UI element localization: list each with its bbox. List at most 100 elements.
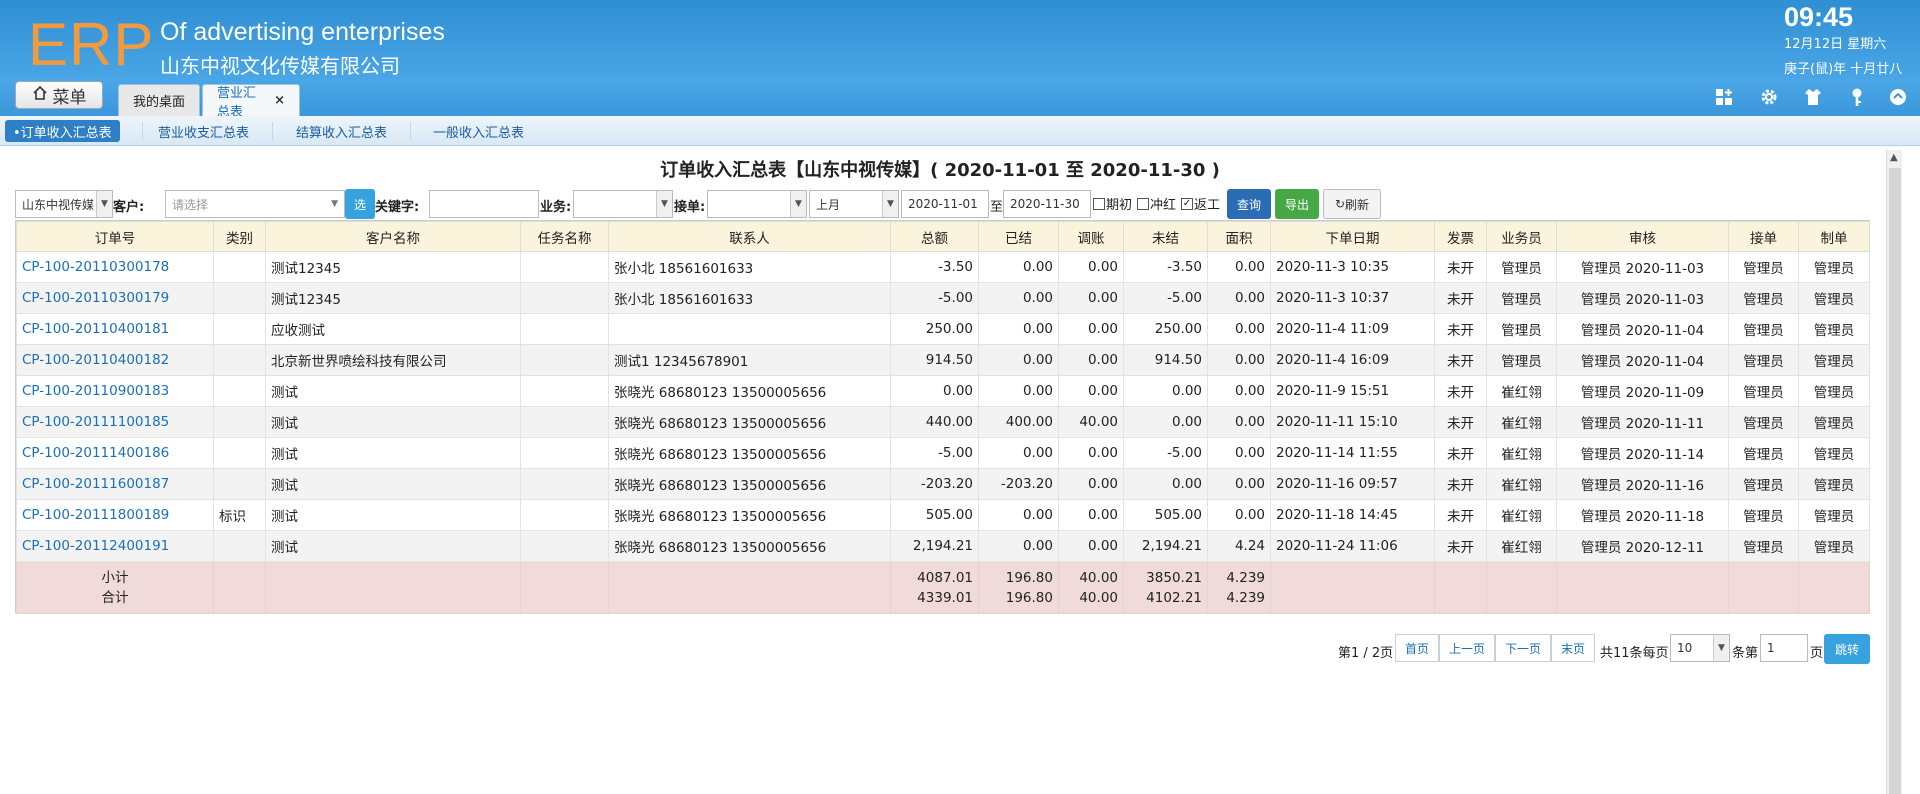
table-cell: 0.00: [1207, 251, 1271, 283]
scroll-up-icon[interactable]: ▲: [1890, 152, 1898, 163]
table-row[interactable]: CP-100-20112400191 测试 张晓光 68680123 1350000…: [16, 530, 1870, 562]
checkbox-box[interactable]: [1137, 197, 1149, 210]
scroll-thumb[interactable]: [1889, 168, 1901, 794]
pagination: 第1 / 2页 首页 上一页 下一页 末页 共11条每页 10 ▼ 条第 1 页 …: [1330, 634, 1875, 664]
order-number-link[interactable]: CP-100-20111400186: [16, 437, 214, 469]
order-number-link[interactable]: CP-100-20112400191: [16, 530, 214, 562]
check-icon[interactable]: ✓: [1181, 197, 1193, 210]
customer-select[interactable]: 请选择 ▼: [165, 190, 345, 218]
table-cell: 未开: [1434, 282, 1487, 314]
refresh-button[interactable]: ↻ 刷新: [1323, 189, 1381, 219]
column-header[interactable]: 已结: [978, 221, 1059, 252]
company-select[interactable]: 山东中视传媒 ▼: [15, 190, 113, 218]
business-select[interactable]: ▼: [573, 190, 673, 218]
table-cell: 0.00: [1207, 375, 1271, 407]
column-header[interactable]: 客户名称: [265, 221, 521, 252]
table-row[interactable]: CP-100-20111600187 测试 张晓光 68680123 1350000…: [16, 468, 1870, 500]
table-row[interactable]: CP-100-20110400181 应收测试 250.00 0.00 0.00 250.…: [16, 313, 1870, 345]
column-header[interactable]: 类别: [213, 221, 266, 252]
table-cell: 0.00: [978, 251, 1059, 283]
tab-business-summary[interactable]: 营业汇总表 ×: [202, 84, 300, 120]
order-number-link[interactable]: CP-100-20110400181: [16, 313, 214, 345]
table-cell: -3.50: [890, 251, 979, 283]
taker-select[interactable]: ▼: [707, 190, 807, 218]
table-cell: 0.00: [890, 375, 979, 407]
table-row[interactable]: CP-100-20110400182 北京新世界喷绘科技有限公司 测试1 12345…: [16, 344, 1870, 376]
vertical-scrollbar[interactable]: ▲: [1886, 150, 1902, 794]
date-to-input[interactable]: 2020-11-30: [1003, 190, 1091, 218]
gear-icon[interactable]: [1758, 86, 1780, 108]
rework-checkbox[interactable]: ✓ 返工: [1181, 194, 1220, 213]
tab-my-desktop[interactable]: 我的桌面: [118, 84, 200, 116]
order-number-link[interactable]: CP-100-20111100185: [16, 406, 214, 438]
column-header[interactable]: 订单号: [16, 221, 214, 252]
subtab-settlement-income[interactable]: 结算收入汇总表: [288, 120, 395, 142]
column-header[interactable]: 调账: [1058, 221, 1124, 252]
date-from-input[interactable]: 2020-11-01: [901, 190, 989, 218]
column-header[interactable]: 制单: [1798, 221, 1870, 252]
prev-page-button[interactable]: 上一页: [1439, 634, 1495, 662]
table-cell: 管理员 2020-11-03: [1556, 282, 1729, 314]
checkbox-box[interactable]: [1093, 197, 1105, 210]
table-row[interactable]: CP-100-20110300178 测试12345 张小北 18561601633…: [16, 251, 1870, 283]
table-cell: 0.00: [978, 282, 1059, 314]
reverse-checkbox[interactable]: 冲红: [1137, 194, 1176, 213]
column-header[interactable]: 任务名称: [520, 221, 609, 252]
subtab-business-income-expense[interactable]: 营业收支汇总表: [150, 120, 257, 142]
column-header[interactable]: 业务员: [1486, 221, 1557, 252]
app-header: ERP Of advertising enterprises 山东中视文化传媒有…: [0, 0, 1920, 120]
order-number-link[interactable]: CP-100-20110400182: [16, 344, 214, 376]
table-cell: 0.00: [1207, 313, 1271, 345]
query-button[interactable]: 查询: [1227, 189, 1271, 219]
table-row[interactable]: CP-100-20110900183 测试 张晓光 68680123 1350000…: [16, 375, 1870, 407]
shirt-icon[interactable]: [1802, 86, 1824, 108]
column-header[interactable]: 总额: [890, 221, 979, 252]
column-header[interactable]: 审核: [1556, 221, 1729, 252]
summary-empty-cell: [265, 561, 521, 614]
table-row[interactable]: CP-100-20111400186 测试 张晓光 68680123 1350000…: [16, 437, 1870, 469]
table-cell: 2020-11-9 15:51: [1270, 375, 1435, 407]
goto-page-input[interactable]: 1: [1760, 634, 1808, 662]
table-cell: 测试12345: [265, 282, 521, 314]
table-row[interactable]: CP-100-20110300179 测试12345 张小北 18561601633…: [16, 282, 1870, 314]
table-cell: 2020-11-4 11:09: [1270, 313, 1435, 345]
column-header[interactable]: 发票: [1434, 221, 1487, 252]
next-page-button[interactable]: 下一页: [1495, 634, 1551, 662]
last-page-button[interactable]: 末页: [1551, 634, 1595, 662]
column-header[interactable]: 接单: [1728, 221, 1799, 252]
subnav-divider: [142, 122, 143, 140]
goto-button[interactable]: 跳转: [1824, 634, 1870, 664]
rework-label: 返工: [1194, 198, 1221, 213]
grid-add-icon[interactable]: [1713, 86, 1735, 108]
order-number-link[interactable]: CP-100-20111800189: [16, 499, 214, 531]
subtab-general-income[interactable]: 一般收入汇总表: [425, 120, 532, 142]
table-cell: 2020-11-3 10:37: [1270, 282, 1435, 314]
column-header[interactable]: 联系人: [608, 221, 891, 252]
order-number-link[interactable]: CP-100-20110300178: [16, 251, 214, 283]
order-number-link[interactable]: CP-100-20110900183: [16, 375, 214, 407]
menu-button[interactable]: 菜单: [15, 81, 103, 109]
collapse-up-icon[interactable]: [1887, 86, 1909, 108]
key-icon[interactable]: [1846, 86, 1868, 108]
table-cell: 0.00: [1058, 313, 1124, 345]
column-header[interactable]: 未结: [1123, 221, 1208, 252]
table-row[interactable]: CP-100-20111100185 测试 张晓光 68680123 1350000…: [16, 406, 1870, 438]
first-page-button[interactable]: 首页: [1395, 634, 1439, 662]
page-size-select[interactable]: 10 ▼: [1670, 634, 1730, 662]
table-cell: 2020-11-11 15:10: [1270, 406, 1435, 438]
column-header[interactable]: 面积: [1207, 221, 1271, 252]
column-header[interactable]: 下单日期: [1270, 221, 1435, 252]
summary-values: 196.80 196.80: [978, 561, 1059, 614]
order-number-link[interactable]: CP-100-20110300179: [16, 282, 214, 314]
opening-checkbox[interactable]: 期初: [1093, 194, 1132, 213]
select-customer-button[interactable]: 选: [345, 189, 375, 219]
table-row[interactable]: CP-100-20111800189 标识 测试 张晓光 68680123 13500…: [16, 499, 1870, 531]
period-select[interactable]: 上月 ▼: [809, 190, 899, 218]
keyword-input[interactable]: [429, 190, 539, 218]
order-number-link[interactable]: CP-100-20111600187: [16, 468, 214, 500]
export-button[interactable]: 导出: [1275, 189, 1319, 219]
table-cell: 管理员 2020-11-14: [1556, 437, 1729, 469]
subtab-order-income[interactable]: •订单收入汇总表: [5, 120, 120, 142]
close-icon[interactable]: ×: [274, 93, 285, 108]
date-from-value: 2020-11-01: [908, 197, 978, 211]
